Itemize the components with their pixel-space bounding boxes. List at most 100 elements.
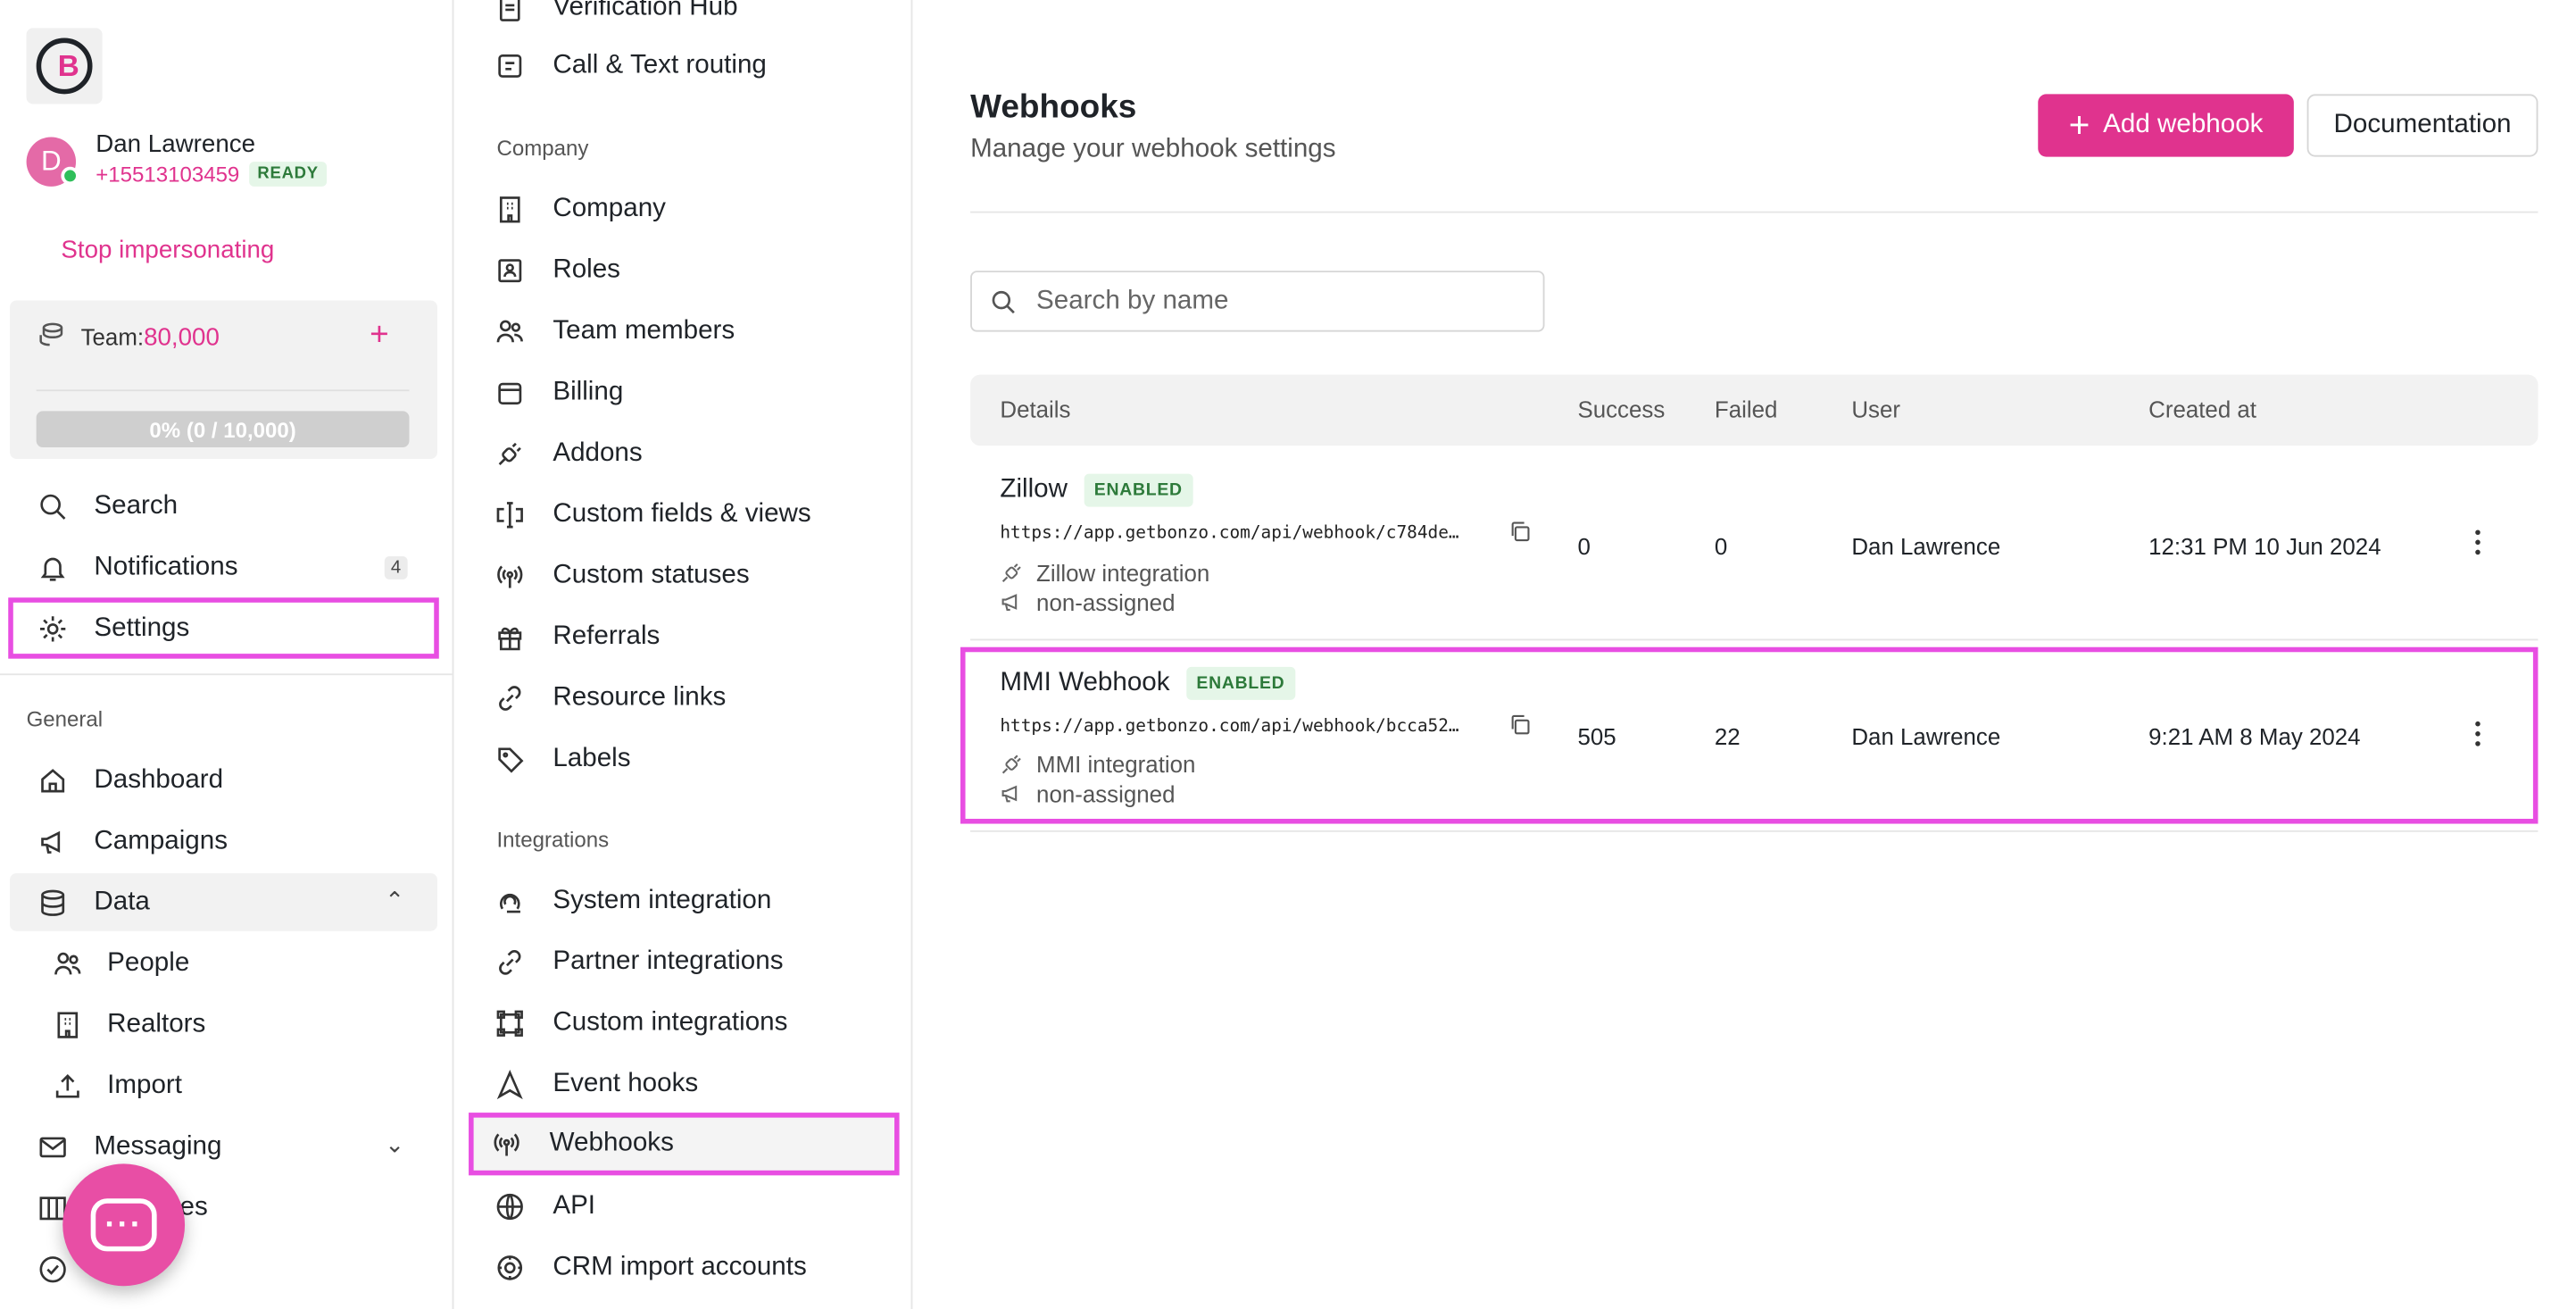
settings-item-billing[interactable]: Billing bbox=[474, 365, 896, 421]
column-header-created-at: Created at bbox=[2148, 396, 2257, 423]
status-badge: READY bbox=[249, 162, 328, 187]
success-count: 0 bbox=[1577, 533, 1591, 560]
settings-item-webhooks[interactable]: Webhooks bbox=[469, 1113, 900, 1176]
plug-icon bbox=[494, 438, 527, 471]
settings-item-partner-integrations[interactable]: Partner integrations bbox=[474, 934, 896, 990]
search-input[interactable] bbox=[1036, 286, 1516, 317]
user-name: Dan Lawrence bbox=[96, 130, 256, 159]
settings-item-label: Event hooks bbox=[553, 1070, 699, 1098]
settings-item-label: API bbox=[553, 1191, 596, 1221]
settings-item-referrals[interactable]: Referrals bbox=[474, 609, 896, 665]
user-name-cell: Dan Lawrence bbox=[1851, 533, 2001, 560]
settings-item-crm-import-accounts[interactable]: CRM import accounts bbox=[474, 1239, 896, 1296]
sidebar-item-search[interactable]: Search bbox=[10, 477, 437, 535]
column-header-success: Success bbox=[1577, 396, 1666, 423]
settings-cog-icon bbox=[494, 1251, 527, 1284]
column-header-details: Details bbox=[1000, 396, 1071, 423]
settings-item-roles[interactable]: Roles bbox=[474, 243, 896, 299]
copy-icon[interactable] bbox=[1508, 520, 1532, 543]
settings-item-label: Referrals bbox=[553, 621, 661, 651]
add-webhook-button[interactable]: + Add webhook bbox=[2038, 94, 2294, 157]
chevron-down-icon: ⌄ bbox=[385, 1130, 404, 1158]
stop-impersonating-link[interactable]: Stop impersonating bbox=[61, 236, 274, 263]
building-icon bbox=[51, 1008, 84, 1041]
search-field[interactable] bbox=[970, 271, 1545, 332]
divider bbox=[970, 211, 2539, 213]
check-circle-icon bbox=[37, 1252, 70, 1285]
failed-count: 22 bbox=[1714, 722, 1741, 750]
sidebar-item-people[interactable]: People bbox=[10, 934, 437, 992]
divider bbox=[970, 638, 2539, 641]
settings-item-system-integration[interactable]: System integration bbox=[474, 873, 896, 930]
settings-item-label: Billing bbox=[553, 378, 624, 406]
chat-support-button[interactable]: ··· bbox=[62, 1163, 186, 1287]
webhook-url: https://app.getbonzo.com/api/webhook/bcc… bbox=[1000, 716, 1459, 737]
integration-info: MMI integration bbox=[1000, 751, 1195, 778]
database-icon bbox=[37, 886, 70, 919]
sidebar-item-label: Notifications bbox=[94, 552, 238, 580]
settings-item-custom-fields[interactable]: Custom fields & views bbox=[474, 487, 896, 543]
settings-item-company[interactable]: Company bbox=[474, 181, 896, 238]
settings-nav: Verification Hub Call & Text routing Com… bbox=[453, 0, 913, 1309]
settings-item-addons[interactable]: Addons bbox=[474, 426, 896, 482]
status-badge: ENABLED bbox=[1084, 473, 1192, 507]
settings-item-call-text-routing[interactable]: Call & Text routing bbox=[474, 38, 896, 95]
megaphone-icon bbox=[1001, 594, 1018, 611]
frame-icon bbox=[494, 1007, 527, 1040]
settings-item-resource-links[interactable]: Resource links bbox=[474, 671, 896, 727]
assignment-info: non-assigned bbox=[1000, 780, 1175, 807]
settings-item-api[interactable]: API bbox=[474, 1179, 896, 1235]
assignment-info: non-assigned bbox=[1000, 589, 1175, 616]
coins-icon bbox=[39, 322, 63, 346]
add-credits-button[interactable]: + bbox=[370, 317, 389, 355]
broadcast-icon bbox=[494, 560, 527, 593]
settings-item-verification-hub[interactable]: Verification Hub bbox=[474, 0, 896, 37]
webhook-name[interactable]: MMI Webhook bbox=[1000, 669, 1169, 698]
search-icon bbox=[992, 289, 1015, 313]
sidebar-item-import[interactable]: Import bbox=[10, 1056, 437, 1114]
settings-item-labels[interactable]: Labels bbox=[474, 731, 896, 788]
sidebar-item-notifications[interactable]: Notifications 4 bbox=[10, 538, 437, 596]
people-icon bbox=[51, 946, 84, 980]
usage-progress-text: 0% (0 / 10,000) bbox=[149, 416, 296, 442]
documentation-button[interactable]: Documentation bbox=[2306, 94, 2539, 157]
divider bbox=[0, 673, 453, 676]
settings-item-label: Addons bbox=[553, 438, 643, 468]
sidebar-item-settings[interactable]: Settings bbox=[8, 597, 439, 659]
link-icon bbox=[494, 946, 527, 979]
settings-item-event-hooks[interactable]: Event hooks bbox=[474, 1056, 896, 1113]
sidebar-item-label: Import bbox=[107, 1070, 183, 1099]
webhook-name[interactable]: Zillow bbox=[1000, 475, 1068, 504]
sidebar-item-data[interactable]: Data ⌃ bbox=[10, 873, 437, 931]
sidebar-item-realtors[interactable]: Realtors bbox=[10, 996, 437, 1054]
avatar[interactable]: D bbox=[26, 137, 79, 187]
sidebar-item-label: Settings bbox=[94, 613, 190, 642]
user-name-cell: Dan Lawrence bbox=[1851, 722, 2001, 750]
table-row[interactable]: MMI Webhook ENABLED https://app.getbonzo… bbox=[960, 646, 2539, 824]
settings-item-team-members[interactable]: Team members bbox=[474, 304, 896, 360]
settings-item-label: Roles bbox=[553, 255, 620, 284]
table-row[interactable]: Zillow ENABLED https://app.getbonzo.com/… bbox=[970, 449, 2538, 630]
home-icon bbox=[37, 763, 70, 796]
divider bbox=[36, 389, 410, 392]
sidebar-item-messaging[interactable]: Messaging ⌄ bbox=[10, 1118, 437, 1176]
plug-icon bbox=[1001, 563, 1021, 582]
bell-icon bbox=[37, 551, 70, 584]
more-options-icon[interactable] bbox=[2464, 523, 2490, 560]
copy-icon[interactable] bbox=[1508, 713, 1532, 737]
settings-item-custom-statuses[interactable]: Custom statuses bbox=[474, 548, 896, 604]
bonzo-logo[interactable]: B bbox=[26, 28, 103, 104]
section-label-company: Company bbox=[496, 135, 589, 161]
chat-bubble-icon: ··· bbox=[90, 1198, 157, 1252]
sidebar-item-dashboard[interactable]: Dashboard bbox=[10, 751, 437, 809]
sidebar-item-label: People bbox=[107, 948, 190, 977]
settings-item-label: Partner integrations bbox=[553, 947, 784, 976]
more-options-icon[interactable] bbox=[2464, 715, 2490, 752]
megaphone-icon bbox=[1001, 785, 1018, 803]
table-header: Details Success Failed User Created at bbox=[970, 374, 2539, 446]
settings-item-custom-integrations[interactable]: Custom integrations bbox=[474, 996, 896, 1052]
sidebar-item-label: Messaging bbox=[94, 1131, 222, 1160]
assignment-status: non-assigned bbox=[1036, 589, 1176, 616]
sidebar-item-campaigns[interactable]: Campaigns bbox=[10, 813, 437, 871]
user-phone: +15513103459 bbox=[96, 162, 240, 187]
